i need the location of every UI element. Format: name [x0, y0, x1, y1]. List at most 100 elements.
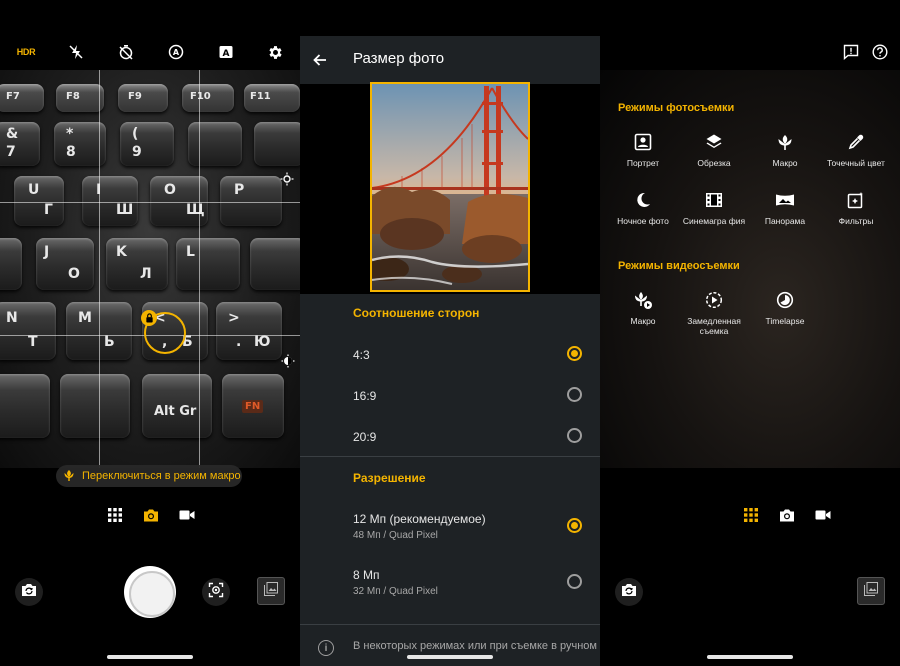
back-arrow-icon[interactable] [310, 50, 330, 70]
key-f11: F11 [244, 84, 300, 112]
capture-mode-switcher [106, 506, 196, 526]
key-f10: F10 [182, 84, 234, 112]
video-mode-icon[interactable] [814, 506, 832, 524]
resolution-heading: Разрешение [353, 471, 426, 485]
info-icon: i [318, 640, 334, 656]
video-mode-icon[interactable] [178, 506, 196, 524]
tulip-video-icon [633, 290, 653, 310]
panorama-icon [775, 190, 795, 210]
key-f9: F9 [118, 84, 168, 112]
eyedropper-icon [846, 132, 866, 152]
mode-slow-motion[interactable]: Замедленная съемка [679, 290, 749, 336]
home-indicator-3[interactable] [707, 655, 793, 659]
key-p: P [220, 176, 282, 226]
info-note: В некоторых режимах или при съемке в руч… [353, 640, 597, 652]
mode-panorama[interactable]: Панорама [750, 190, 820, 226]
key-f7: F7 [0, 84, 44, 112]
macro-suggestion-chip[interactable]: Переключиться в режим макро [56, 465, 242, 487]
switch-camera-button-2[interactable] [615, 578, 643, 606]
hdr-button[interactable]: HDR [14, 40, 38, 64]
aspect-ratio-heading: Соотношение сторон [353, 306, 480, 320]
aspect-option-4-3[interactable]: 4:3 [353, 348, 370, 362]
switch-camera-icon [621, 583, 637, 602]
gallery-icon [864, 581, 878, 601]
key-ctrl [0, 374, 50, 438]
mode-cutout[interactable]: Обрезка [679, 132, 749, 168]
photo-mode-icon[interactable] [142, 506, 160, 524]
hdr-icon: HDR [16, 47, 36, 57]
layers-icon [704, 132, 724, 152]
mode-macro[interactable]: Макро [750, 132, 820, 168]
key-minus [254, 122, 300, 166]
switch-camera-button[interactable] [15, 578, 43, 606]
mode-night[interactable]: Ночное фото [608, 190, 678, 226]
mode-spot-color[interactable]: Точечный цвет [821, 132, 891, 168]
key-i: IШ [82, 176, 138, 226]
aspect-preview [300, 82, 600, 294]
mode-timelapse[interactable]: Timelapse [750, 290, 820, 326]
viewfinder[interactable]: F7 F8 F9 F10 F11 &7 *8 (9 UГ IШ OЩ P JО … [0, 70, 300, 468]
grid-line-v2 [199, 70, 200, 468]
portrait-icon [633, 132, 653, 152]
settings-app-bar: Размер фото [300, 36, 600, 84]
aspect-option-20-9[interactable]: 20:9 [353, 430, 376, 444]
aspect-option-16-9[interactable]: 16:9 [353, 389, 376, 403]
settings-gear-icon[interactable] [263, 40, 287, 64]
svg-text:A: A [223, 49, 230, 59]
key-l: L [176, 238, 240, 290]
mode-video-macro[interactable]: Макро [608, 290, 678, 326]
mode-cinemagraph[interactable]: Синемагра фия [679, 190, 749, 226]
aspect-16-9-radio[interactable] [567, 387, 582, 402]
timer-off-icon[interactable] [114, 40, 138, 64]
key-period: >. Ю [216, 302, 282, 360]
preview-photo [370, 82, 530, 292]
switch-camera-icon [21, 583, 37, 602]
modes-panel: Режимы фотосъемки Портрет Обрезка Макро … [600, 0, 900, 666]
tulip-icon [62, 468, 76, 485]
brightness-icon[interactable] [281, 354, 295, 368]
focus-lock-icon[interactable] [141, 310, 157, 326]
auto-smile-icon[interactable]: A [164, 40, 188, 64]
key-semicolon [250, 238, 300, 290]
modes-grid-active-icon[interactable] [742, 506, 760, 524]
gallery-thumbnail-2[interactable] [857, 577, 885, 605]
moon-icon [633, 190, 653, 210]
mode-filters[interactable]: Фильтры [821, 190, 891, 226]
gallery-thumbnail[interactable] [257, 577, 285, 605]
modes-grid-icon[interactable] [106, 506, 124, 524]
exposure-icon[interactable] [280, 172, 294, 186]
section-divider [300, 456, 600, 457]
tulip-icon [775, 132, 795, 152]
help-icon[interactable] [872, 44, 888, 60]
key-7: & 7 [0, 122, 40, 166]
resolution-8mp-radio[interactable] [567, 574, 582, 589]
key-9: (9 [120, 122, 174, 166]
resolution-12mp-radio[interactable] [567, 518, 582, 533]
aspect-4-3-radio[interactable] [567, 346, 582, 361]
key-k: KЛ [106, 238, 168, 290]
auto-mode-icon[interactable]: A [214, 40, 238, 64]
key-altgr: Alt Gr [142, 374, 212, 438]
home-indicator-2[interactable] [407, 655, 493, 659]
modes-sheet: Режимы фотосъемки Портрет Обрезка Макро … [600, 70, 900, 468]
photo-mode-icon[interactable] [778, 506, 796, 524]
gallery-icon [264, 581, 278, 601]
resolution-option-12mp[interactable]: 12 Мп (рекомендуемое) [353, 512, 486, 526]
home-indicator[interactable] [107, 655, 193, 659]
resolution-option-8mp[interactable]: 8 Мп [353, 568, 380, 582]
aspect-20-9-radio[interactable] [567, 428, 582, 443]
resolution-12mp-subtext: 48 Мп / Quad Pixel [353, 530, 438, 541]
mode-portrait[interactable]: Портрет [608, 132, 678, 168]
flash-off-icon[interactable] [64, 40, 88, 64]
macro-hint-text: Переключиться в режим макро [82, 470, 241, 482]
feedback-icon[interactable] [843, 44, 859, 61]
key-f8: F8 [56, 84, 104, 112]
shutter-button[interactable] [124, 566, 176, 618]
lens-button[interactable] [202, 578, 230, 606]
key-n: NТ [0, 302, 56, 360]
grid-line-v1 [99, 70, 100, 468]
page-title: Размер фото [353, 50, 445, 67]
timelapse-icon [775, 290, 795, 310]
video-modes-heading: Режимы видеосъемки [618, 260, 740, 272]
key-u: UГ [14, 176, 64, 226]
